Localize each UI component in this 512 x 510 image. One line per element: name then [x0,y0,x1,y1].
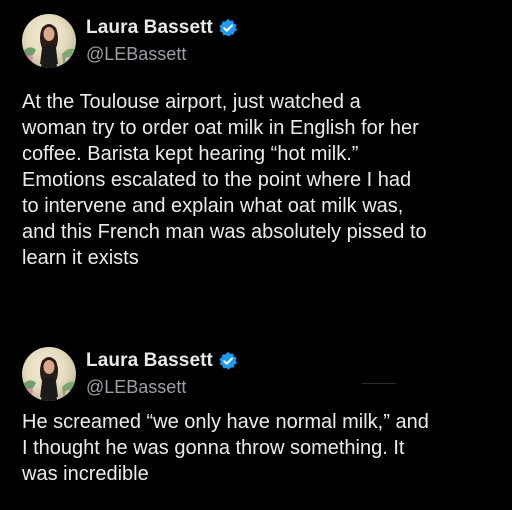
verified-badge-icon [218,351,238,371]
name-row: Laura Bassett [86,16,238,40]
tweet-text: He screamed “we only have normal milk,” … [22,411,429,485]
divider [362,383,396,384]
handle[interactable]: @LEBassett [86,377,186,398]
display-name[interactable]: Laura Bassett [86,17,213,39]
avatar[interactable] [22,347,76,401]
avatar[interactable] [22,14,76,68]
tweet-text: At the Toulouse airport, just watched a … [22,91,427,269]
tweet-header: Laura Bassett @LEBassett [22,347,492,403]
tweet-header: Laura Bassett @LEBassett [22,14,492,70]
display-name[interactable]: Laura Bassett [86,350,213,372]
name-row: Laura Bassett [86,349,238,373]
handle[interactable]: @LEBassett [86,44,186,65]
verified-badge-icon [218,18,238,38]
